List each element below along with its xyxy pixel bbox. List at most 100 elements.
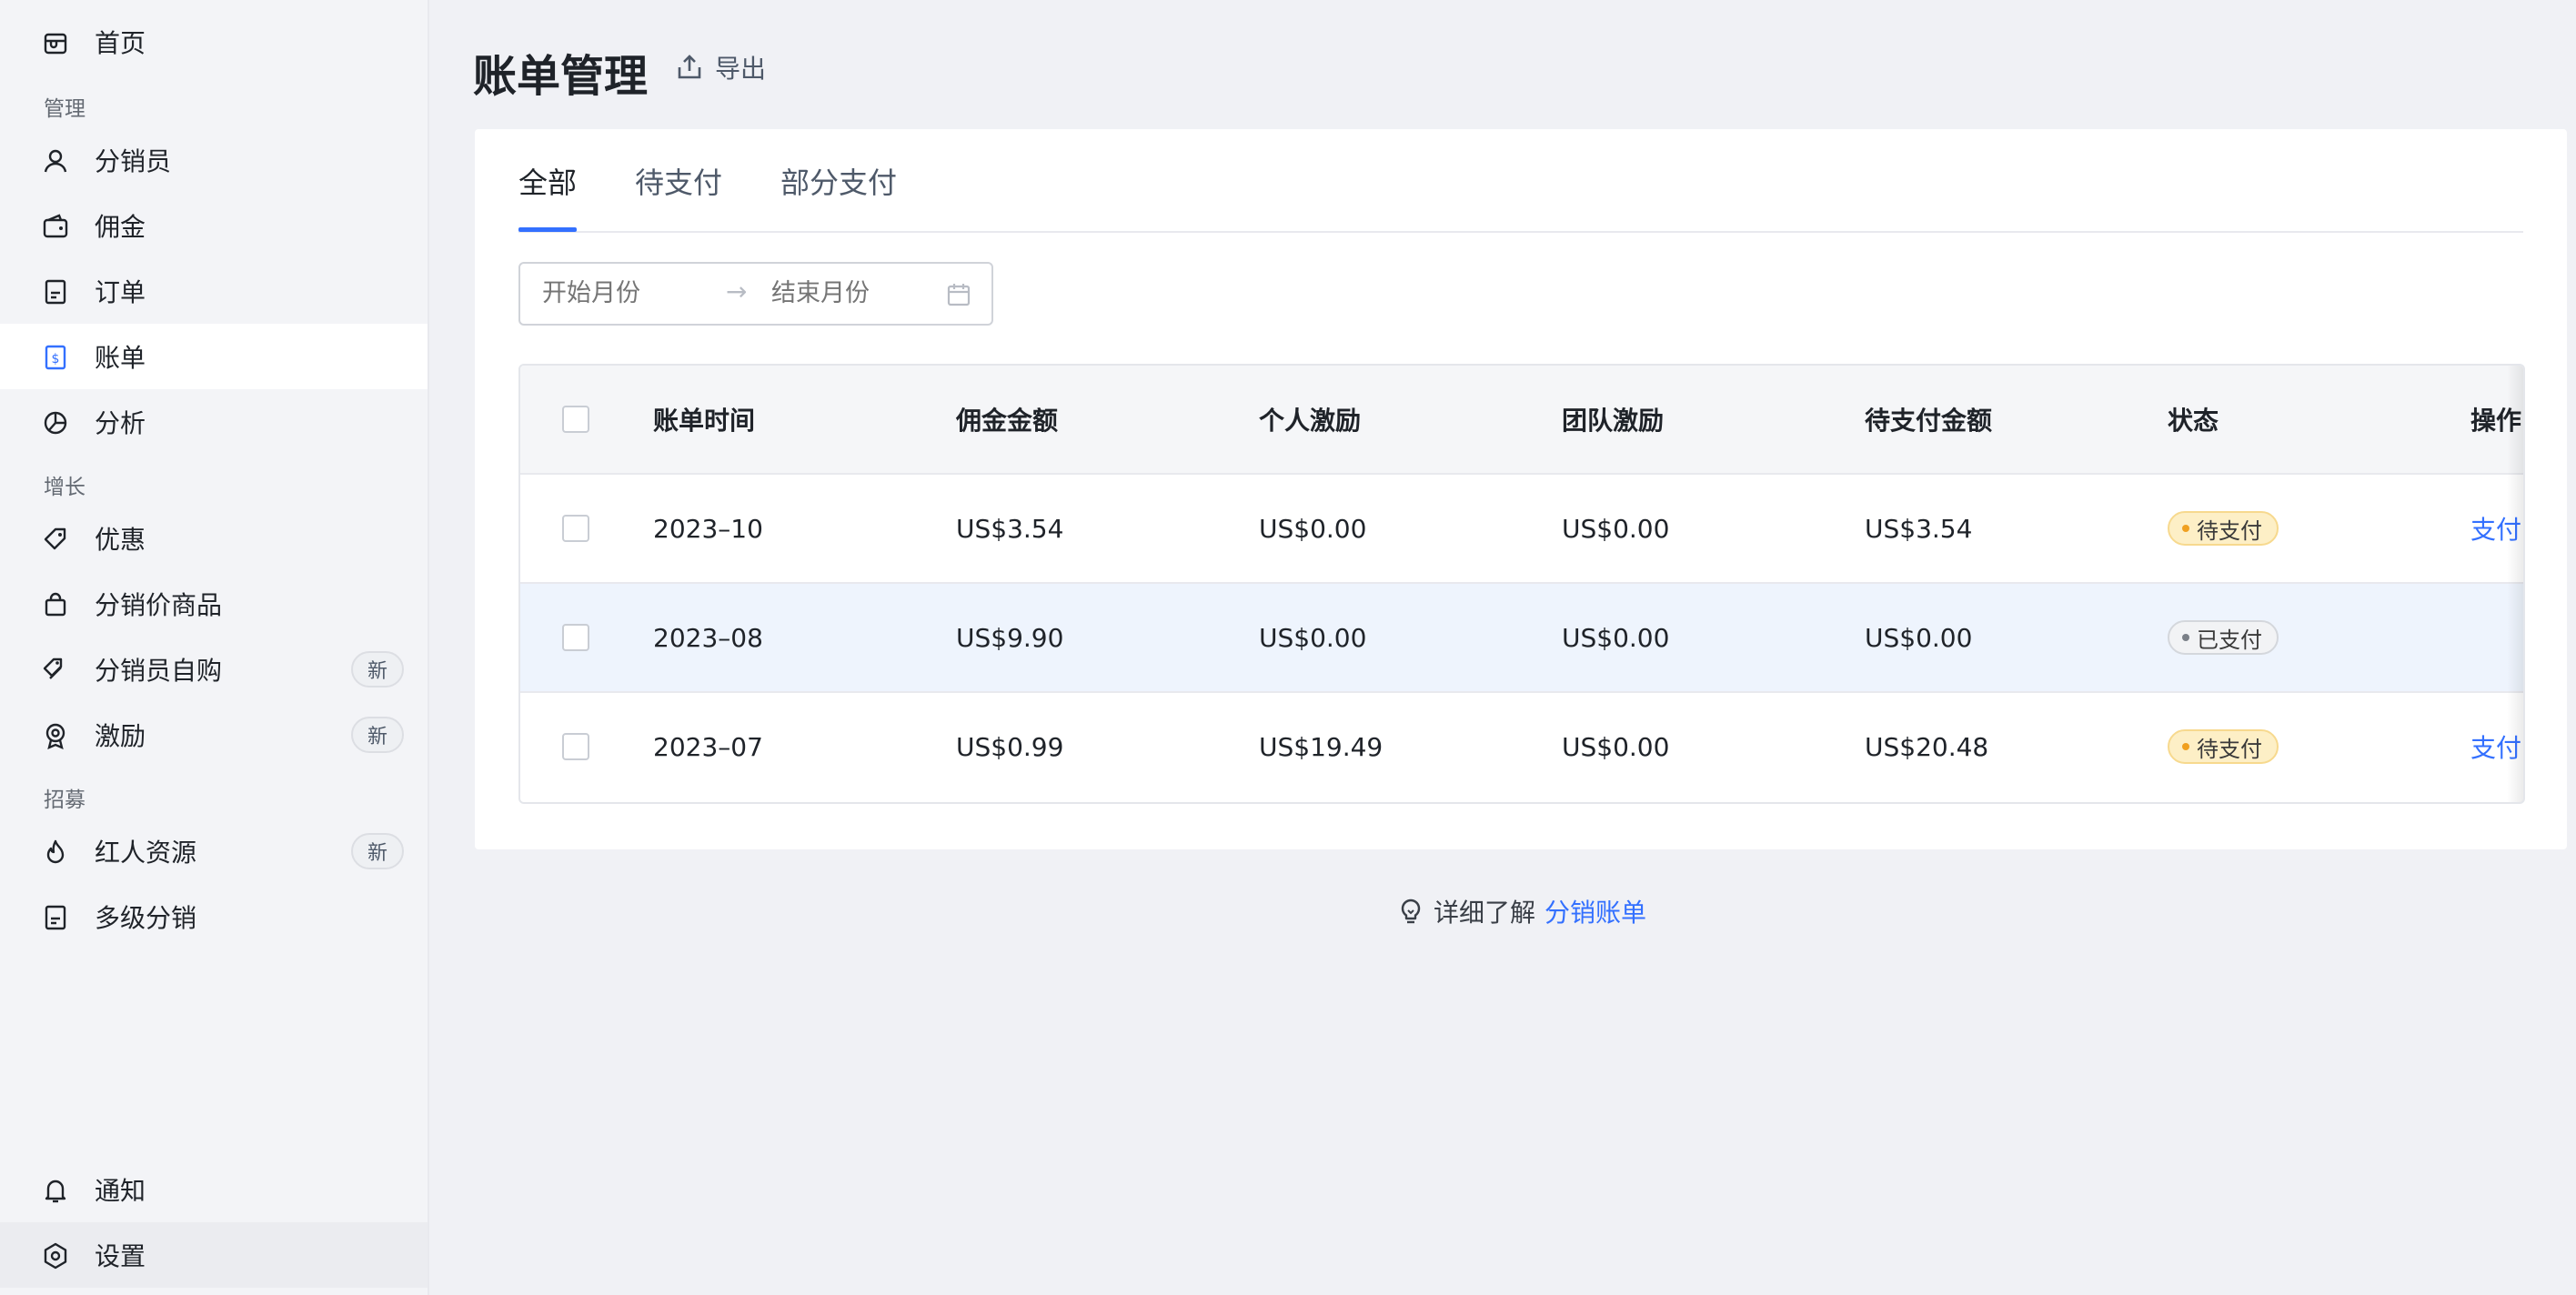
new-badge: 新 bbox=[351, 651, 404, 688]
sidebar-item-notifications[interactable]: 通知 bbox=[0, 1157, 428, 1222]
row-checkbox[interactable] bbox=[562, 624, 589, 651]
export-label: 导出 bbox=[715, 54, 767, 84]
sidebar-item-incentives[interactable]: 激励 新 bbox=[0, 702, 428, 768]
select-all-checkbox[interactable] bbox=[562, 406, 589, 433]
user-icon bbox=[44, 149, 67, 173]
sidebar-item-discounts[interactable]: 优惠 bbox=[0, 506, 428, 571]
commission-amount: US$9.90 bbox=[956, 622, 1064, 653]
page-title: 账单管理 bbox=[473, 51, 649, 102]
bill-icon: $ bbox=[45, 345, 66, 370]
tab-active-indicator bbox=[518, 227, 577, 232]
sidebar-item-settings[interactable]: 设置 bbox=[0, 1222, 428, 1288]
bill-time: 2023–08 bbox=[653, 622, 763, 653]
status-badge: 待支付 bbox=[2168, 729, 2279, 764]
status-dot bbox=[2182, 743, 2189, 750]
bill-time: 2023–10 bbox=[653, 513, 763, 544]
sidebar-item-label: 分销员自购 bbox=[95, 656, 223, 686]
row-checkbox[interactable] bbox=[562, 733, 589, 760]
order-icon bbox=[45, 279, 66, 305]
pending-amount: US$20.48 bbox=[1865, 731, 1989, 762]
export-button[interactable]: 导出 bbox=[675, 47, 766, 87]
section-label-recruit: 招募 bbox=[44, 788, 86, 812]
new-badge: 新 bbox=[351, 717, 404, 753]
pending-amount: US$3.54 bbox=[1865, 513, 1973, 544]
document-icon bbox=[45, 905, 66, 930]
column-header-time: 账单时间 bbox=[653, 406, 756, 436]
sidebar-item-label: 红人资源 bbox=[95, 838, 197, 868]
month-range-picker[interactable]: → bbox=[518, 262, 993, 326]
status-badge: 待支付 bbox=[2168, 511, 2279, 546]
gear-icon bbox=[44, 1242, 67, 1270]
personal-incentive: US$19.49 bbox=[1259, 731, 1384, 762]
range-separator: → bbox=[726, 276, 748, 306]
commission-amount: US$3.54 bbox=[956, 513, 1064, 544]
column-header-team-incentive: 团队激励 bbox=[1562, 406, 1665, 436]
sidebar-item-label: 账单 bbox=[95, 343, 146, 373]
bills-table: 账单时间 佣金金额 个人激励 团队激励 待支付金额 状态 操作 2023–10 … bbox=[518, 364, 2525, 804]
sidebar-item-multi-level[interactable]: 多级分销 bbox=[0, 884, 428, 949]
status-label: 待支付 bbox=[2197, 517, 2262, 544]
pie-chart-icon bbox=[44, 411, 67, 435]
team-incentive: US$0.00 bbox=[1562, 513, 1670, 544]
fire-icon bbox=[46, 839, 65, 864]
sidebar: 首页 管理 分销员 佣金 订单 $ 账单 分析 增长 优惠 分销价商品 分销员自… bbox=[0, 0, 429, 1295]
table-header: 账单时间 佣金金额 个人激励 团队激励 待支付金额 状态 操作 bbox=[520, 366, 2523, 475]
row-checkbox[interactable] bbox=[562, 515, 589, 542]
learn-more-link[interactable]: 分销账单 bbox=[1545, 893, 1646, 929]
bell-icon bbox=[45, 1180, 66, 1203]
sidebar-item-label: 通知 bbox=[95, 1176, 146, 1206]
sidebar-item-distributors[interactable]: 分销员 bbox=[0, 127, 428, 193]
sidebar-item-label: 订单 bbox=[95, 277, 146, 307]
section-label-manage: 管理 bbox=[44, 97, 86, 121]
sidebar-item-label: 分销员 bbox=[95, 146, 172, 176]
tags-icon bbox=[43, 658, 63, 679]
export-icon bbox=[678, 55, 701, 79]
column-header-personal-incentive: 个人激励 bbox=[1259, 406, 1362, 436]
status-cell: 待支付 bbox=[2168, 693, 2279, 800]
commission-amount: US$0.99 bbox=[956, 731, 1064, 762]
team-incentive: US$0.00 bbox=[1562, 622, 1670, 653]
sidebar-item-label: 激励 bbox=[95, 721, 146, 751]
start-month-input[interactable] bbox=[540, 278, 708, 308]
status-dot bbox=[2182, 525, 2189, 532]
table-row: 2023–08 US$9.90 US$0.00 US$0.00 US$0.00 … bbox=[520, 584, 2523, 693]
sidebar-item-home[interactable]: 首页 bbox=[0, 9, 428, 75]
sidebar-item-orders[interactable]: 订单 bbox=[0, 258, 428, 324]
lightbulb-icon bbox=[1401, 898, 1421, 924]
bill-time: 2023–07 bbox=[653, 731, 763, 762]
learn-more-tip: 详细了解 分销账单 bbox=[1397, 893, 1646, 929]
sidebar-item-distribution-products[interactable]: 分销价商品 bbox=[0, 571, 428, 637]
medal-icon bbox=[45, 723, 65, 749]
store-icon bbox=[44, 33, 67, 55]
learn-more-text: 详细了解 bbox=[1434, 898, 1536, 928]
column-header-pending-amount: 待支付金额 bbox=[1865, 406, 1993, 436]
column-header-commission: 佣金金额 bbox=[956, 406, 1059, 436]
status-dot bbox=[2182, 634, 2189, 641]
tab-partial[interactable]: 部分支付 bbox=[780, 160, 897, 202]
column-header-status: 状态 bbox=[2168, 406, 2219, 436]
team-incentive: US$0.00 bbox=[1562, 731, 1670, 762]
sidebar-item-label: 多级分销 bbox=[95, 903, 197, 933]
sidebar-item-label: 分析 bbox=[95, 408, 146, 438]
sidebar-item-label: 佣金 bbox=[95, 212, 146, 242]
sidebar-item-commission[interactable]: 佣金 bbox=[0, 193, 428, 258]
fixed-column-shadow bbox=[2507, 366, 2523, 802]
svg-text:$: $ bbox=[52, 352, 60, 366]
tabs-divider bbox=[518, 231, 2523, 233]
status-cell: 待支付 bbox=[2168, 475, 2279, 582]
sidebar-item-analytics[interactable]: 分析 bbox=[0, 389, 428, 455]
sidebar-item-bills[interactable]: $ 账单 bbox=[0, 324, 428, 389]
wallet-icon bbox=[43, 214, 68, 238]
pending-amount: US$0.00 bbox=[1865, 622, 1973, 653]
end-month-input[interactable] bbox=[770, 278, 937, 308]
table-row: 2023–07 US$0.99 US$19.49 US$0.00 US$20.4… bbox=[520, 693, 2523, 802]
sidebar-item-self-purchase[interactable]: 分销员自购 新 bbox=[0, 637, 428, 702]
tag-icon bbox=[44, 527, 66, 550]
sidebar-item-influencer-resources[interactable]: 红人资源 新 bbox=[0, 818, 428, 884]
sidebar-item-label: 首页 bbox=[95, 28, 146, 58]
tab-pending[interactable]: 待支付 bbox=[635, 160, 722, 202]
status-label: 已支付 bbox=[2197, 627, 2262, 653]
personal-incentive: US$0.00 bbox=[1259, 622, 1367, 653]
sidebar-item-label: 设置 bbox=[95, 1241, 146, 1271]
tab-all[interactable]: 全部 bbox=[518, 160, 577, 202]
